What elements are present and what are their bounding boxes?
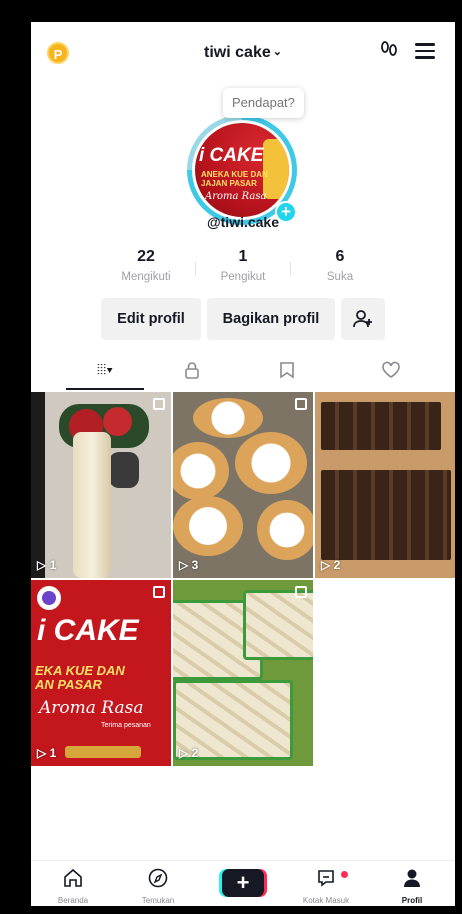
avatar[interactable]: i CAKE ANEKA KUE DAN JAJAN PASAR Aroma R…	[187, 115, 297, 225]
share-profile-button[interactable]: Bagikan profil	[207, 298, 335, 340]
video-thumbnail[interactable]: i CAKE EKA KUE DAN AN PASAR Aroma Rasa T…	[31, 580, 171, 766]
edit-profile-button[interactable]: Edit profil	[101, 298, 201, 340]
notification-dot	[341, 871, 348, 878]
nav-home[interactable]: Beranda	[38, 867, 108, 905]
profile-stats: 22 Mengikuti 1 Pengikut 6 Suka	[101, 248, 385, 292]
stat-followers[interactable]: 1 Pengikut	[198, 248, 288, 292]
multi-photo-icon	[153, 398, 165, 410]
nav-discover[interactable]: Temukan	[123, 867, 193, 905]
nav-profile[interactable]: Profil	[377, 867, 447, 905]
video-thumbnail[interactable]: ▷ 2	[173, 580, 313, 766]
tab-liked[interactable]	[356, 348, 426, 390]
avatar-title-text: i CAKE	[199, 145, 264, 166]
multi-photo-icon	[295, 398, 307, 410]
tab-reposts[interactable]	[252, 348, 322, 390]
top-bar: P tiwi cake ⌄	[31, 22, 455, 84]
thumbnail-sub-text: EKA KUE DAN AN PASAR	[35, 663, 125, 692]
repost-icon	[278, 359, 296, 379]
play-count: ▷ 1	[37, 746, 57, 760]
stat-value: 6	[335, 248, 345, 265]
compass-icon	[123, 867, 193, 895]
stat-value: 22	[137, 248, 155, 265]
avatar-script-text: Aroma Rasa	[205, 191, 267, 202]
add-friend-button[interactable]	[341, 298, 385, 340]
multi-photo-icon	[295, 586, 307, 598]
footprint-icon[interactable]	[375, 39, 403, 67]
multi-photo-icon	[153, 586, 165, 598]
stat-value: 1	[238, 248, 248, 265]
add-friend-icon	[352, 310, 374, 328]
liked-icon	[381, 359, 401, 378]
nav-inbox[interactable]: Kotak Masuk	[291, 867, 361, 905]
tab-private[interactable]	[157, 348, 227, 390]
thumbnail-small-text: Terima pesanan	[101, 722, 151, 729]
stat-likes[interactable]: 6 Suka	[295, 248, 385, 292]
create-button[interactable]: +	[222, 869, 264, 897]
play-count: ▷ 3	[179, 558, 199, 572]
stat-following[interactable]: 22 Mengikuti	[101, 248, 191, 292]
hamburger-menu-icon[interactable]	[411, 39, 439, 67]
username-label: tiwi cake	[204, 44, 271, 61]
profile-handle: @tiwi.cake	[206, 214, 280, 230]
play-count: ▷ 2	[321, 558, 341, 572]
video-thumbnail[interactable]: ▷ 2	[315, 392, 455, 578]
tab-videos[interactable]: ⦙⦙⦙▾	[70, 348, 140, 390]
grid-icon: ⦙⦙⦙▾	[96, 361, 114, 377]
play-count: ▷ 2	[179, 746, 199, 760]
inbox-icon	[291, 867, 361, 895]
play-count: ▷ 1	[37, 558, 57, 572]
profile-tabs: ⦙⦙⦙▾	[31, 348, 455, 390]
stat-label: Suka	[326, 271, 354, 283]
feedback-tooltip[interactable]: Pendapat?	[223, 88, 304, 118]
video-thumbnail[interactable]: ▷ 3	[173, 392, 313, 578]
profile-icon	[377, 867, 447, 895]
bottom-nav: Beranda Temukan + Kotak Masuk Profil	[31, 860, 455, 906]
stat-label: Pengikut	[220, 271, 266, 283]
profile-screen: P tiwi cake ⌄ i CAKE ANEKA KUE DAN JAJAN …	[31, 22, 455, 906]
avatar-sub-text: ANEKA KUE DAN JAJAN PASAR	[201, 170, 268, 188]
lock-icon	[183, 359, 201, 379]
avatar-badge	[37, 586, 61, 610]
thumbnail-script-text: Aroma Rasa	[39, 698, 144, 718]
stat-divider	[290, 262, 291, 276]
chevron-down-icon: ⌄	[272, 46, 282, 58]
home-icon	[38, 867, 108, 895]
stat-label: Mengikuti	[121, 271, 171, 283]
stat-divider	[195, 262, 196, 276]
thumbnail-title-text: i CAKE	[37, 614, 139, 647]
active-tab-indicator	[66, 388, 144, 390]
video-thumbnail[interactable]: ▷ 1	[31, 392, 171, 578]
